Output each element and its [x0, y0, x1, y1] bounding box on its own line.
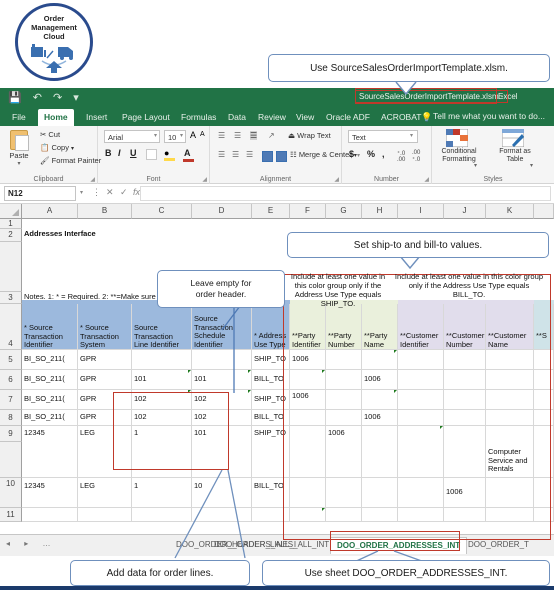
- callout-use-template: Use SourceSalesOrderImportTemplate.xlsm.: [268, 54, 550, 82]
- callout-leave-empty: Leave empty for order header.: [157, 270, 285, 308]
- callout-add-data-order-lines: Add data for order lines.: [70, 560, 250, 586]
- callout-set-ship-bill: Set ship-to and bill-to values.: [287, 232, 549, 258]
- callout-use-sheet: Use sheet DOO_ORDER_ADDRESSES_INT.: [262, 560, 550, 586]
